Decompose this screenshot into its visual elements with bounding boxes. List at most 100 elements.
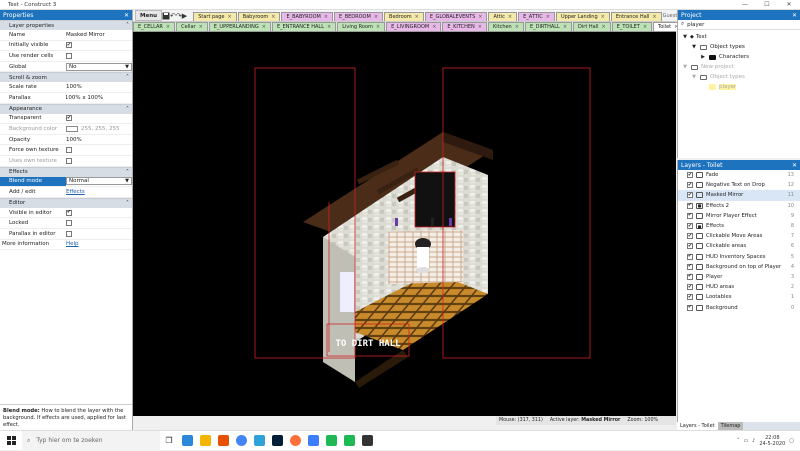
close-icon[interactable]: × [227,14,231,20]
text-value[interactable]: 100% [66,84,82,90]
close-icon[interactable]: × [432,24,436,30]
lock-closed-icon[interactable]: ■ [696,202,703,209]
close-icon[interactable]: ✕ [792,12,797,19]
dropdown[interactable]: No ▼ [66,62,132,71]
visibility-checkbox[interactable]: ✔ [687,284,693,291]
close-icon[interactable]: × [271,14,275,20]
lock-open-icon[interactable] [696,233,703,240]
layer-item[interactable]: ✔ Lootables 1 [678,292,800,302]
layer-item[interactable]: ✔ Masked Mirror 11 [678,190,800,201]
minimize-button[interactable]: — [734,0,756,9]
close-icon[interactable]: × [262,24,266,30]
maximize-button[interactable]: ☐ [756,0,778,9]
chevron-up-icon[interactable]: ˄ [737,438,740,444]
taskbar-app-icon[interactable] [250,431,268,451]
notifications-icon[interactable]: ▢ [789,438,794,444]
section-layer-properties[interactable]: Layer properties ˄ [0,20,132,30]
close-button[interactable]: ✕ [778,0,800,9]
tab-bedroom[interactable]: Bedroom × [384,12,424,21]
windows-start-icon[interactable] [0,431,22,451]
close-icon[interactable]: × [324,14,328,20]
close-icon[interactable]: × [166,24,170,30]
taskbar-app-icon[interactable] [196,431,214,451]
tab-e-toilet[interactable]: E_TOILET × [611,22,653,31]
tab-dirt-hall[interactable]: Dirt Hall × [573,22,611,31]
menu-button[interactable]: Menu [135,10,163,21]
text-value[interactable]: Masked Mirror [66,32,105,38]
layer-item[interactable]: ✔ Player 3 [678,272,800,282]
tab-attic[interactable]: Attic × [488,12,518,21]
close-icon[interactable]: × [602,24,606,30]
tab-e-kitchen[interactable]: E_KITCHEN × [442,22,487,31]
lock-open-icon[interactable] [696,172,703,179]
tree-item[interactable]: ▼ ◆ Test [678,32,800,42]
tab-entrance-hall[interactable]: Entrance Hall × [610,12,662,21]
tab-cellar[interactable]: Cellar × [176,22,208,31]
tab-living-room[interactable]: Living Room × [337,22,386,31]
chevron-right-icon[interactable]: ▶ [700,54,706,60]
tab-kitchen[interactable]: Kitchen × [487,22,524,31]
lock-open-icon[interactable] [696,243,703,250]
taskbar-app-icon[interactable] [214,431,232,451]
layer-item[interactable]: ✔ Fade 13 [678,170,800,180]
layer-item[interactable]: ✔ ■ Effects 8 [678,221,800,231]
layer-item[interactable]: ✔ ■ Effects 2 10 [678,201,800,211]
taskbar-app-icon[interactable] [322,431,340,451]
close-icon[interactable]: × [478,14,482,20]
checkbox[interactable] [66,220,72,227]
close-icon[interactable]: × [199,24,203,30]
layer-item[interactable]: ✔ Negative Text on Drop 12 [678,180,800,190]
taskbar-app-icon[interactable] [232,431,250,451]
network-icon[interactable]: ▭ [743,438,748,444]
visibility-checkbox[interactable]: ✔ [687,233,693,240]
close-icon[interactable]: × [643,24,647,30]
visibility-checkbox[interactable]: ✔ [687,253,693,260]
lock-open-icon[interactable] [696,273,703,280]
close-icon[interactable]: × [374,14,378,20]
tab-tilemap[interactable]: Tilemap [717,422,744,430]
tab-e-dirthall[interactable]: E_DIRTHALL × [524,22,573,31]
lock-closed-icon[interactable]: ■ [696,223,703,230]
visibility-checkbox[interactable]: ✔ [687,273,693,280]
visibility-checkbox[interactable]: ✔ [687,192,693,199]
section-scroll-zoom[interactable]: Scroll & zoom ˄ [0,72,132,83]
close-icon[interactable]: × [652,14,656,20]
visibility-checkbox[interactable]: ✔ [687,182,693,189]
chevron-down-icon[interactable]: ▼ [691,74,697,80]
close-icon[interactable]: × [563,24,567,30]
task-view-icon[interactable]: ❐ [160,431,178,451]
visibility-checkbox[interactable]: ✔ [687,243,693,250]
visibility-checkbox[interactable]: ✔ [687,263,693,270]
chevron-down-icon[interactable]: ▼ [682,34,688,40]
lock-open-icon[interactable] [696,294,703,301]
taskbar-search[interactable]: ⌕ Typ hier om te zoeken [22,430,160,451]
lock-open-icon[interactable] [696,192,703,199]
tab-layers[interactable]: Layers - Toilet [677,422,718,430]
taskbar-search-input[interactable]: Typ hier om te zoeken [36,437,102,444]
play-icon[interactable]: ▶ [182,10,187,21]
chevron-down-icon[interactable]: ▼ [691,44,697,50]
close-icon[interactable]: ✕ [792,162,797,169]
to-dirt-hall-button[interactable]: TO DIRT HALL [335,339,401,349]
checkbox[interactable]: ✔ [66,115,72,122]
close-icon[interactable]: × [376,24,380,30]
visibility-checkbox[interactable]: ✔ [687,304,693,311]
layer-item[interactable]: ✔ HUD areas 2 [678,282,800,292]
tab-e-attic[interactable]: E_ATTIC × [518,12,555,21]
layer-item[interactable]: ✔ Background on top of Player 4 [678,262,800,272]
tab-e-cellar[interactable]: E_CELLAR × [133,22,176,31]
layout-canvas[interactable]: TO DIRT HALL [133,32,676,416]
tab-e-globalevents[interactable]: E_GLOBALEVENTS × [424,12,488,21]
taskbar-app-icon[interactable] [358,431,376,451]
lock-open-icon[interactable] [696,253,703,260]
taskbar-app-icon[interactable] [304,431,322,451]
user-label[interactable]: Guest [663,13,678,19]
layer-item[interactable]: ✔ HUD Inventory Spaces 5 [678,252,800,262]
layer-item[interactable]: ✔ Clickable Move Areas 7 [678,231,800,241]
layer-item[interactable]: ✔ Background 0 [678,302,800,312]
tab-e-livingroom[interactable]: E_LIVINGROOM × [386,22,442,31]
tab-e-bedroom[interactable]: E_BEDROOM × [334,12,384,21]
lock-open-icon[interactable] [696,263,703,270]
close-icon[interactable]: × [478,24,482,30]
checkbox[interactable]: ✔ [66,209,72,216]
